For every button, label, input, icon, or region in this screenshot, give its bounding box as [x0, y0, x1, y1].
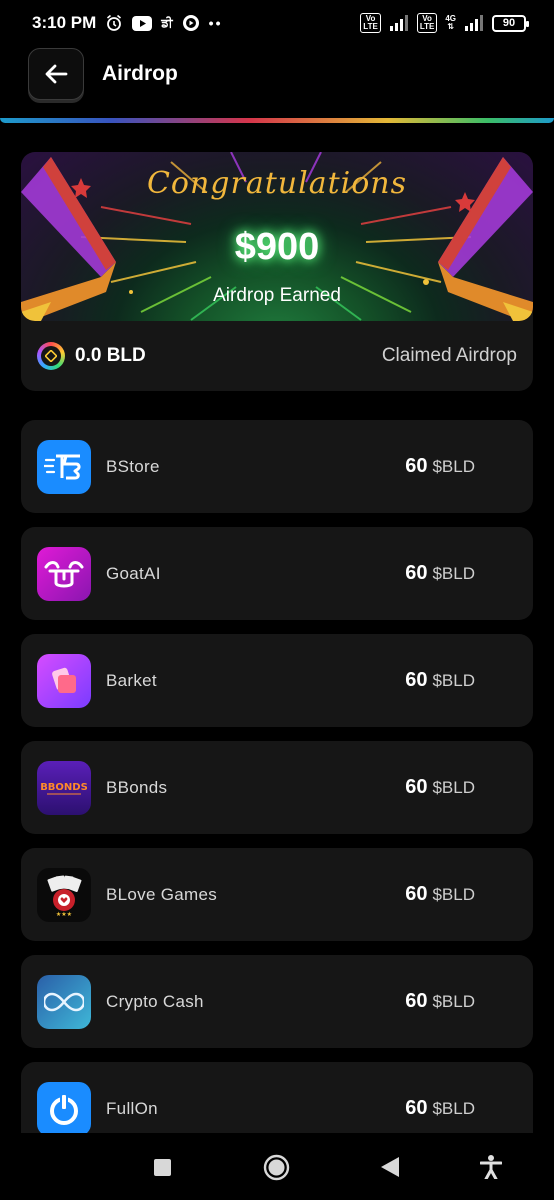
system-nav-bar	[0, 1133, 554, 1200]
reward-unit: $BLD	[432, 457, 475, 476]
reward-unit: $BLD	[432, 671, 475, 690]
crypto-cash-icon	[37, 974, 91, 1029]
reward-unit: $BLD	[432, 564, 475, 583]
app-name: BLove Games	[106, 884, 218, 904]
volte-icon-2: Vo LTE	[416, 13, 438, 33]
status-bar: 3:10 PM ਡੀ •• Vo LTE Vo LTE 4G ⇅ 90	[0, 0, 554, 46]
reward: 60 $BLD	[405, 776, 475, 799]
reward-unit: $BLD	[432, 885, 475, 904]
app-name: GoatAI	[106, 563, 161, 583]
volte-icon: Vo LTE	[360, 13, 381, 33]
reward-unit: $BLD	[432, 778, 475, 797]
blove-games-icon: ★★★	[37, 867, 91, 922]
reward-amount: 60	[405, 883, 428, 905]
barket-icon	[37, 653, 91, 708]
list-item-crypto-cash[interactable]: Crypto Cash 60 $BLD	[21, 955, 533, 1048]
header-glow-border	[0, 118, 554, 123]
home-button[interactable]	[262, 1153, 290, 1181]
reward-unit: $BLD	[432, 1099, 475, 1118]
app-name: BStore	[106, 456, 160, 476]
circle-icon	[263, 1154, 289, 1180]
arrow-left-icon	[45, 64, 68, 84]
list-item-fullon[interactable]: FullOn 60 $BLD	[21, 1062, 533, 1133]
list-item-bbonds[interactable]: BBONDS BBonds 60 $BLD	[21, 741, 533, 834]
bld-balance: 0.0 BLD	[75, 345, 146, 366]
reward: 60 $BLD	[405, 990, 475, 1013]
app-name: BBonds	[106, 777, 168, 797]
list-item-goatai[interactable]: GoatAI 60 $BLD	[21, 527, 533, 620]
signal-icon	[389, 15, 409, 31]
status-more-dots: ••	[208, 15, 223, 31]
list-item-barket[interactable]: Barket 60 $BLD	[21, 634, 533, 727]
airdrop-app-list: BStore 60 $BLD GoatAI 60 $BLD Barket 60 …	[21, 420, 533, 1133]
battery-icon: 90	[492, 14, 529, 32]
reward-unit: $BLD	[432, 992, 475, 1011]
status-extra-text: ਡੀ	[161, 15, 173, 30]
app-name: FullOn	[106, 1098, 158, 1118]
battery-level: 90	[502, 17, 516, 29]
bbonds-icon: BBONDS	[37, 760, 91, 815]
alarm-icon	[105, 14, 123, 32]
bld-token-icon	[37, 342, 65, 370]
back-button[interactable]	[28, 48, 84, 100]
reward: 60 $BLD	[405, 883, 475, 906]
reward: 60 $BLD	[405, 669, 475, 692]
fullon-icon	[37, 1081, 91, 1133]
reward-amount: 60	[405, 776, 428, 798]
back-nav-button[interactable]	[380, 1157, 400, 1177]
svg-text:★★★: ★★★	[56, 911, 72, 918]
balance-row: 0.0 BLD Claimed Airdrop	[21, 321, 533, 391]
congratulations-banner: Congratulations $900 Airdrop Earned	[21, 152, 533, 321]
reward-amount: 60	[405, 669, 428, 691]
reward: 60 $BLD	[405, 1097, 475, 1120]
reward-amount: 60	[405, 1097, 428, 1119]
airdrop-amount: $900	[234, 226, 320, 268]
list-item-blove-games[interactable]: ★★★ BLove Games 60 $BLD	[21, 848, 533, 941]
accessibility-icon	[480, 1155, 502, 1179]
recents-button[interactable]	[152, 1157, 172, 1177]
accessibility-button[interactable]	[479, 1154, 503, 1180]
claimed-airdrop-status: Claimed Airdrop	[381, 345, 517, 366]
list-item-bstore[interactable]: BStore 60 $BLD	[21, 420, 533, 513]
congratulations-text: Congratulations	[146, 166, 408, 201]
youtube-icon	[132, 15, 153, 31]
app-name: Barket	[106, 670, 157, 690]
media-play-icon	[182, 14, 200, 32]
square-icon	[153, 1158, 171, 1176]
triangle-back-icon	[381, 1157, 399, 1177]
reward: 60 $BLD	[405, 455, 475, 478]
reward-amount: 60	[405, 455, 428, 477]
goatai-icon	[37, 546, 91, 601]
reward-amount: 60	[405, 990, 428, 1012]
reward-amount: 60	[405, 562, 428, 584]
app-name: Crypto Cash	[106, 991, 204, 1011]
svg-text:BBONDS: BBONDS	[41, 782, 87, 793]
bstore-icon	[37, 439, 91, 494]
page-title: Airdrop	[102, 62, 178, 85]
reward: 60 $BLD	[405, 562, 475, 585]
status-time: 3:10 PM	[32, 13, 97, 32]
airdrop-earned-label: Airdrop Earned	[213, 285, 341, 306]
airdrop-summary-card: Congratulations $900 Airdrop Earned 0.0 …	[21, 152, 533, 391]
signal-icon-2	[464, 15, 484, 31]
